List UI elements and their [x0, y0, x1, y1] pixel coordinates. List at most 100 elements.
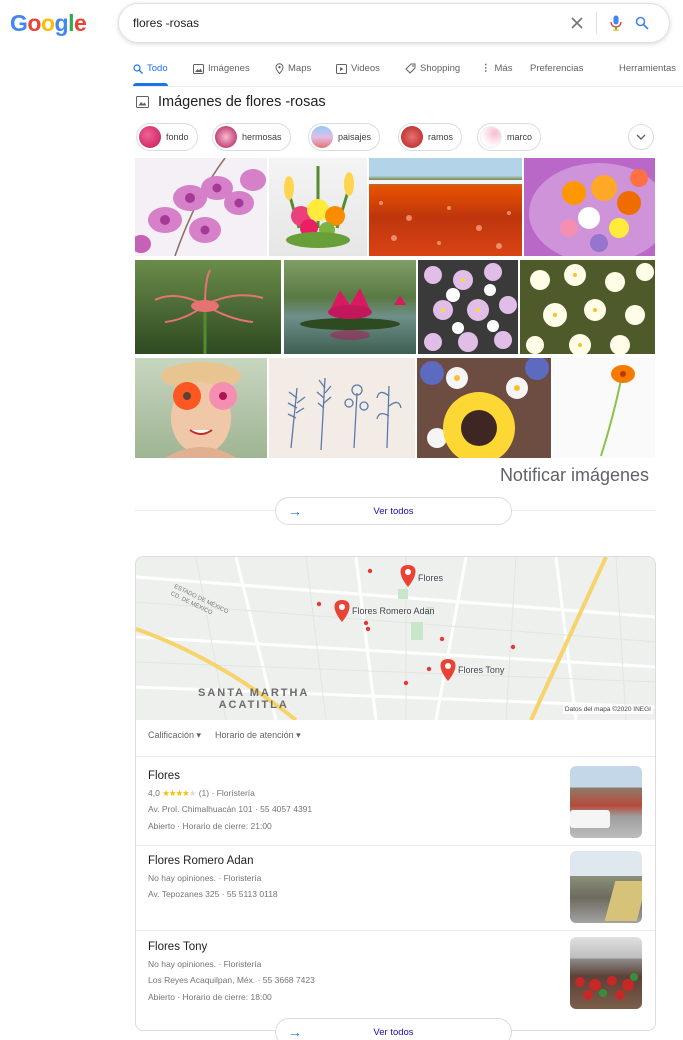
- chip-marco[interactable]: marco: [477, 123, 542, 151]
- business-name[interactable]: Flores Tony: [148, 941, 207, 953]
- chip-hermosas[interactable]: hermosas: [212, 123, 291, 151]
- business-address: Av. Prol. Chimalhuacán 101 · 55 4057 439…: [148, 804, 313, 814]
- business-hours: Abierto · Horario de cierre: 18:00: [148, 992, 272, 1002]
- business-name[interactable]: Flores Romero Adan: [148, 855, 253, 867]
- image-icon: [193, 63, 204, 74]
- tab-imagenes[interactable]: Imágenes: [193, 63, 250, 74]
- logo-letter: o: [27, 10, 41, 36]
- business-rating-line: 4,0 ★★★★★ (1) · Florístería: [148, 788, 255, 799]
- tab-preferencias[interactable]: Preferencias: [530, 63, 583, 74]
- divider: [135, 510, 275, 511]
- business-listing[interactable]: Flores Romero Adan No hay opiniones. · F…: [136, 851, 655, 941]
- tab-todo[interactable]: Todo: [133, 63, 168, 86]
- map-pin-label[interactable]: Flores: [418, 573, 443, 583]
- chip-thumbnail: [139, 126, 161, 148]
- chip-fondo[interactable]: fondo: [136, 123, 198, 151]
- search-icon: [133, 63, 143, 74]
- image-bouquet[interactable]: [269, 158, 367, 256]
- chip-label: hermosas: [242, 132, 282, 142]
- close-icon[interactable]: [564, 10, 590, 36]
- chip-thumbnail: [311, 126, 333, 148]
- google-logo[interactable]: Google: [10, 10, 87, 37]
- image-flower-field[interactable]: [369, 158, 522, 256]
- map-area-label: SANTA MARTHA ACATITLA: [198, 687, 310, 711]
- divider: [136, 930, 655, 931]
- tab-label: Imágenes: [208, 63, 250, 74]
- filters-row: Calificación ▾ Horario de atención ▾: [148, 730, 301, 741]
- images-title-text: Imágenes de flores -rosas: [158, 94, 326, 110]
- divider: [136, 756, 655, 757]
- tab-maps[interactable]: Maps: [275, 63, 311, 74]
- tab-label: Maps: [288, 63, 312, 74]
- chip-label: ramos: [428, 132, 454, 142]
- tab-label: Videos: [351, 63, 380, 74]
- star-icon: ★★★★: [162, 788, 190, 798]
- image-girl-flowers[interactable]: [135, 358, 267, 458]
- search-input[interactable]: [133, 16, 564, 30]
- business-photo[interactable]: [570, 937, 642, 1009]
- see-all-images-button[interactable]: → Ver todos: [275, 497, 512, 525]
- chip-label: fondo: [166, 132, 189, 142]
- chip-thumbnail: [215, 126, 237, 148]
- search-separator: [596, 12, 597, 34]
- image-icon: [136, 96, 149, 108]
- filter-hours[interactable]: Horario de atención ▾: [215, 730, 301, 741]
- business-hours: Abierto · Horario de cierre: 21:00: [148, 821, 272, 831]
- map[interactable]: Flores Flores Romero Adan Flores Tony ES…: [136, 557, 655, 720]
- rating-value: 4,0: [148, 788, 160, 798]
- business-photo[interactable]: [570, 766, 642, 838]
- tab-herramientas[interactable]: Herramientas: [619, 63, 676, 74]
- divider: [512, 510, 656, 511]
- image-orchids[interactable]: [135, 158, 267, 256]
- chip-ramos[interactable]: ramos: [398, 123, 463, 151]
- map-attribution: Datos del mapa ©2020 INEGI: [562, 705, 653, 714]
- image-basket[interactable]: [524, 158, 655, 256]
- tab-mas[interactable]: ⋮ Más: [481, 63, 512, 74]
- logo-letter: G: [10, 10, 28, 36]
- more-vert-icon: ⋮: [481, 63, 491, 74]
- expand-chips-button[interactable]: [628, 124, 654, 150]
- image-chips: fondo hermosas paisajes ramos marco: [136, 123, 656, 151]
- image-water-lily[interactable]: [284, 260, 416, 354]
- map-pin-label[interactable]: Flores Romero Adan: [352, 606, 435, 616]
- filter-rating[interactable]: Calificación ▾: [148, 730, 201, 741]
- business-listing[interactable]: Flores Tony No hay opiniones. · Floriste…: [136, 937, 655, 1027]
- business-listing[interactable]: Flores 4,0 ★★★★★ (1) · Florístería Av. P…: [136, 766, 655, 856]
- tab-label: Herramientas: [619, 63, 677, 74]
- image-botanical-sketch[interactable]: [269, 358, 415, 458]
- tab-label: Shopping: [420, 63, 461, 74]
- tab-shopping[interactable]: Shopping: [405, 63, 460, 74]
- business-photo[interactable]: [570, 851, 642, 923]
- image-gerbera[interactable]: [553, 358, 655, 458]
- business-address: Los Reyes Acaquilpan, Méx. · 55 3668 742…: [148, 975, 315, 985]
- logo-letter: e: [73, 10, 87, 36]
- tab-videos[interactable]: Videos: [336, 63, 380, 74]
- image-sunflower[interactable]: [417, 358, 551, 458]
- arrow-right-icon: →: [288, 1024, 302, 1040]
- chevron-down-icon: [636, 134, 646, 140]
- tab-label: Más: [494, 63, 513, 74]
- chip-label: paisajes: [338, 132, 372, 142]
- see-all-places-button[interactable]: → Ver todos: [275, 1018, 512, 1040]
- local-results-card: Flores Flores Romero Adan Flores Tony ES…: [135, 556, 656, 1031]
- search-icon[interactable]: [629, 10, 655, 36]
- image-grid: [135, 158, 655, 458]
- search-tabs: Todo Imágenes Maps Videos Shopping ⋮ Más…: [133, 57, 683, 87]
- business-name[interactable]: Flores: [148, 770, 180, 782]
- image-spider-lily[interactable]: [135, 260, 281, 354]
- mic-icon[interactable]: [603, 10, 629, 36]
- chip-label: marco: [507, 132, 533, 142]
- map-pin-label[interactable]: Flores Tony: [458, 665, 504, 675]
- images-section-title[interactable]: Imágenes de flores -rosas: [136, 94, 326, 110]
- video-icon: [336, 63, 347, 74]
- logo-letter: o: [40, 10, 55, 36]
- report-images-link[interactable]: Notificar imágenes: [500, 465, 649, 486]
- chip-thumbnail: [401, 126, 423, 148]
- arrow-right-icon: →: [288, 503, 302, 519]
- image-daisies-purple[interactable]: [418, 260, 518, 354]
- chip-paisajes[interactable]: paisajes: [308, 123, 381, 151]
- chip-thumbnail: [480, 126, 502, 148]
- image-white-flowers[interactable]: [520, 260, 655, 354]
- business-address: Av. Tepozanes 325 · 55 5113 0118: [148, 889, 278, 899]
- business-reviews: No hay opiniones. · Floristería: [148, 873, 262, 883]
